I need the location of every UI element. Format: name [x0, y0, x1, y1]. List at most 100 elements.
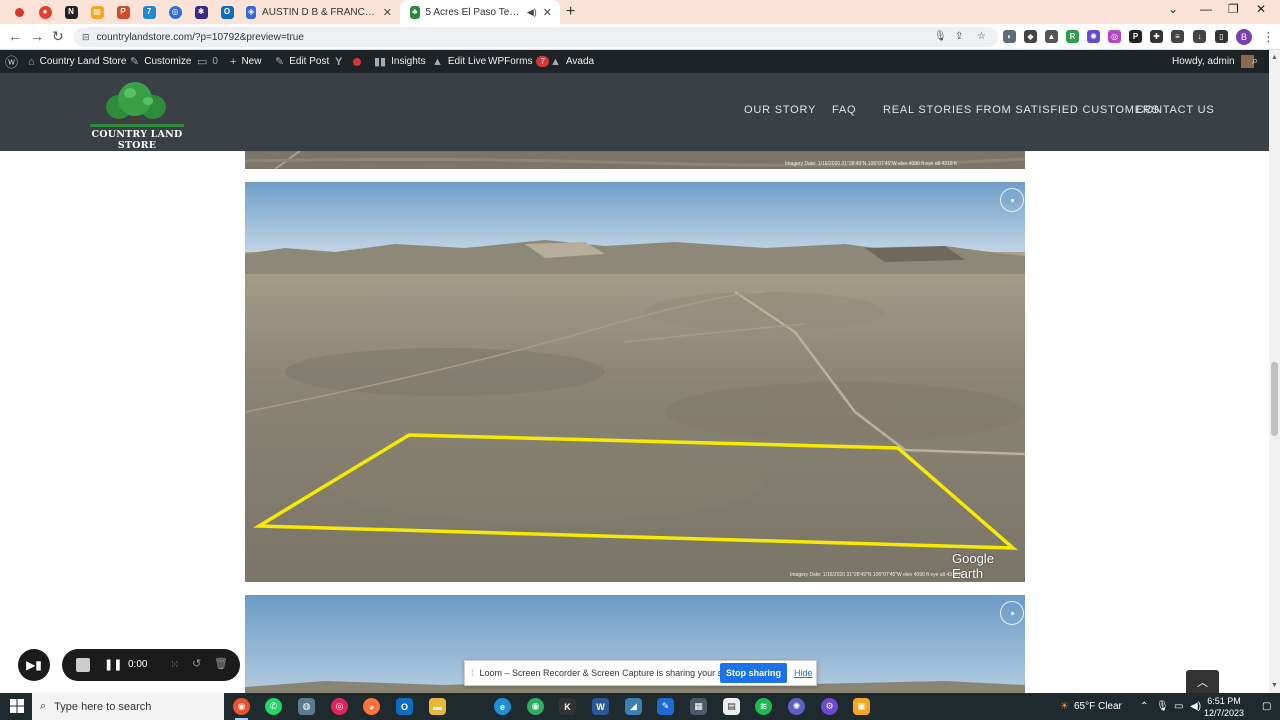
app-icon[interactable]: ◍	[298, 698, 315, 715]
admin-wpforms[interactable]: WPForms 7	[488, 50, 549, 73]
profile-avatar[interactable]: B	[1236, 29, 1252, 45]
extension-icon[interactable]: ▲	[1045, 30, 1058, 43]
scroll-up-icon[interactable]: ▲	[1271, 54, 1278, 61]
pinned-tab[interactable]: ●	[36, 3, 54, 21]
admin-edit-live[interactable]: ▲ Edit Live	[432, 50, 486, 73]
scroll-down-icon[interactable]: ▼	[1271, 682, 1278, 689]
pinned-tab[interactable]: P	[114, 3, 132, 21]
tab-austin[interactable]: ◈ AUSTIN D B & FRANCES C 5 Ac ✕	[236, 0, 400, 24]
edge-icon[interactable]: e	[494, 698, 511, 715]
firefox-icon[interactable]: ◕	[363, 698, 380, 715]
admin-site-name[interactable]: ⌂ Country Land Store	[28, 50, 126, 73]
admin-new[interactable]: + New	[230, 50, 261, 73]
nav-real-stories[interactable]: REAL STORIES FROM SATISFIED CUSTOMERS	[883, 104, 1160, 116]
forward-icon[interactable]: →	[30, 28, 44, 44]
nav-contact-us[interactable]: CONTACT US	[1136, 104, 1215, 116]
show-hidden-icons[interactable]: ⌃	[1140, 693, 1148, 720]
download-icon[interactable]: ↓	[1193, 30, 1206, 43]
app-icon[interactable]: ◢	[625, 698, 642, 715]
chrome-taskbar-icon[interactable]: ◉	[233, 698, 250, 720]
pause-icon[interactable]: ❚❚	[104, 658, 122, 671]
pinned-tab[interactable]: ◎	[166, 3, 184, 21]
admin-search-icon[interactable]: ⌕	[1252, 50, 1258, 73]
calculator-icon[interactable]: ▦	[690, 698, 707, 715]
bookmark-star-icon[interactable]: ☆	[977, 31, 986, 42]
stop-recording-icon[interactable]	[76, 658, 90, 672]
pinned-tab[interactable]: ✱	[192, 3, 210, 21]
app-icon[interactable]: ⚙	[821, 698, 838, 715]
seo-status-dot[interactable]	[353, 50, 361, 73]
app-icon[interactable]: ◎	[331, 698, 348, 715]
admin-comments[interactable]: ▭ 0	[197, 50, 218, 73]
file-explorer-icon[interactable]: ▬	[429, 698, 446, 715]
microphone-icon[interactable]: 🎙	[934, 31, 947, 42]
admin-edit-post[interactable]: ✎ Edit Post	[275, 50, 329, 73]
share-icon[interactable]: ⇪	[955, 31, 963, 42]
microphone-tray-icon[interactable]: 🎙	[1156, 693, 1169, 720]
pinned-tab[interactable]	[10, 3, 28, 21]
windows-start-icon[interactable]	[10, 699, 24, 713]
pinned-tab[interactable]: 7	[140, 3, 158, 21]
speaker-icon[interactable]: ◀)	[527, 7, 537, 18]
admin-customize[interactable]: ✎ Customize	[130, 50, 191, 73]
reload-icon[interactable]: ↻	[52, 28, 64, 45]
network-icon[interactable]: ▭	[1174, 693, 1183, 720]
aerial-photo-property[interactable]: Google Earth Imagery Date: 1/16/2020 31°…	[245, 182, 1025, 582]
trash-icon[interactable]: 🗑	[214, 657, 228, 670]
minimize-icon[interactable]: —	[1200, 2, 1212, 16]
notepad-icon[interactable]: ▤	[723, 698, 740, 715]
restart-icon[interactable]: ↺	[192, 657, 201, 670]
close-icon[interactable]: ✕	[543, 6, 552, 19]
side-panel-icon[interactable]: ▯	[1215, 30, 1228, 43]
scroll-to-top-button[interactable]: ︿	[1186, 670, 1219, 693]
close-icon[interactable]: ✕	[383, 6, 392, 19]
admin-avada[interactable]: ▲ Avada	[550, 50, 594, 73]
weather-widget[interactable]: ☀ 65°F Clear	[1060, 693, 1122, 720]
taskbar-clock[interactable]: 6:51 PM 12/7/2023	[1204, 695, 1244, 719]
taskbar-search[interactable]: ⌕ Type here to search	[32, 693, 224, 720]
compass-icon[interactable]	[1000, 188, 1024, 212]
extension-icon[interactable]: ◐	[1003, 30, 1016, 43]
app-icon[interactable]: K	[559, 698, 576, 715]
app-icon[interactable]: ▣	[853, 698, 870, 715]
app-icon[interactable]: ✺	[788, 698, 805, 715]
address-bar[interactable]: ⊟ countrylandstore.com/?p=10792&preview=…	[74, 27, 998, 47]
extension-icon[interactable]: ◎	[1108, 30, 1121, 43]
tab-active-listing[interactable]: ♣ 5 Acres El Paso Texas 25077 ◀) ✕	[400, 0, 560, 24]
wordpress-logo-icon[interactable]: ⓦ	[5, 50, 23, 73]
yoast-seo-icon[interactable]: Y	[335, 50, 347, 73]
admin-account[interactable]: Howdy, admin	[1172, 50, 1254, 73]
pinned-tab[interactable]: N	[62, 3, 80, 21]
pinned-tab[interactable]: O	[218, 3, 236, 21]
app-icon[interactable]: ✎	[657, 698, 674, 715]
new-tab-icon[interactable]: +	[566, 3, 575, 21]
notifications-icon[interactable]: ▢	[1262, 693, 1271, 720]
loom-camera-button[interactable]: ▶▮	[18, 649, 50, 681]
whatsapp-icon[interactable]: ✆	[265, 698, 282, 715]
chrome-menu-icon[interactable]: ⋮	[1262, 29, 1275, 45]
site-logo[interactable]: COUNTRY LAND STORE	[78, 81, 196, 151]
word-icon[interactable]: W	[592, 698, 609, 715]
extension-icon[interactable]: P	[1129, 30, 1142, 43]
volume-icon[interactable]: ◀)	[1190, 693, 1201, 720]
nav-faq[interactable]: FAQ	[832, 104, 856, 116]
tab-search-icon[interactable]: ⌄	[1168, 2, 1178, 16]
window-close-icon[interactable]: ✕	[1256, 2, 1266, 16]
extensions-puzzle-icon[interactable]: ✚	[1150, 30, 1163, 43]
extension-icon[interactable]: R	[1066, 30, 1079, 43]
extension-icon[interactable]: ◆	[1024, 30, 1037, 43]
scrollbar-thumb[interactable]	[1271, 362, 1278, 436]
restore-icon[interactable]: ❐	[1228, 2, 1239, 16]
nav-our-story[interactable]: OUR STORY	[744, 104, 816, 116]
app-icon[interactable]: ◉	[527, 698, 544, 715]
extension-icon[interactable]: ✺	[1087, 30, 1100, 43]
aerial-photo-previous[interactable]: Imagery Date: 1/16/2020 31°28'49"N 106°0…	[245, 151, 1025, 169]
page-scrollbar[interactable]: ▲ ▼	[1269, 50, 1280, 693]
spotify-icon[interactable]: ≋	[755, 698, 772, 715]
hide-banner-link[interactable]: Hide	[794, 668, 813, 678]
stop-sharing-button[interactable]: Stop sharing	[720, 663, 787, 683]
drag-handle-icon[interactable]: ⁞	[471, 668, 474, 678]
reading-list-icon[interactable]: ≡	[1171, 30, 1184, 43]
site-info-icon[interactable]: ⊟	[82, 32, 90, 43]
compass-icon[interactable]	[1000, 601, 1024, 625]
